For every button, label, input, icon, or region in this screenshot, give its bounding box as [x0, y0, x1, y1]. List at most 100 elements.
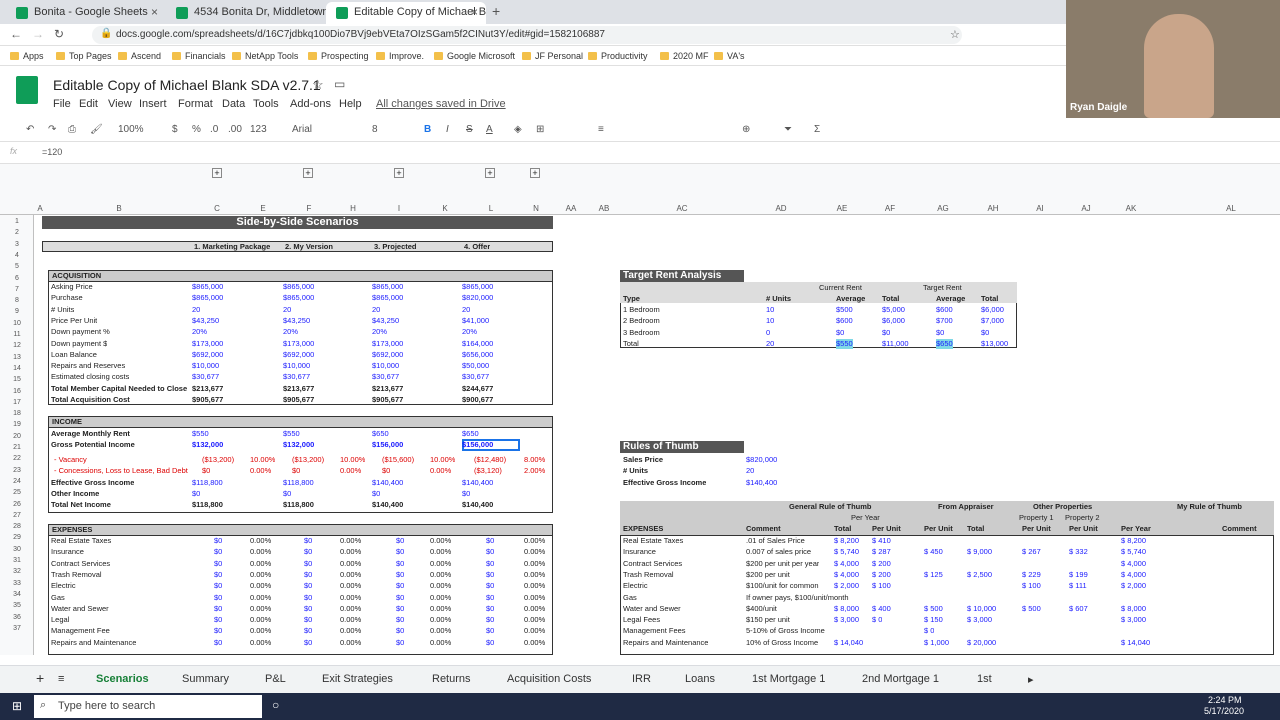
task-view-icon[interactable]: ○	[272, 698, 279, 712]
sheet-tab[interactable]: P&L	[265, 673, 286, 685]
column-header[interactable]: A	[30, 204, 50, 213]
bookmark[interactable]: Apps	[10, 51, 44, 61]
sheet-grid[interactable]: Side-by-Side Scenarios 1. Marketing Pack…	[34, 215, 1280, 655]
row-header[interactable]: 13	[0, 354, 34, 361]
row-header[interactable]: 15	[0, 376, 34, 383]
taskbar-search-input[interactable]: ⌕ Type here to search	[34, 695, 262, 718]
row-header[interactable]: 27	[0, 512, 34, 519]
bookmark[interactable]: JF Personal	[522, 51, 583, 61]
star-icon[interactable]: ☆	[312, 77, 324, 93]
sheet-tab[interactable]: Returns	[432, 673, 471, 685]
column-header[interactable]: AE	[832, 204, 852, 213]
expand-group-icon[interactable]: +	[394, 168, 404, 178]
expand-group-icon[interactable]: +	[212, 168, 222, 178]
menu-addons[interactable]: Add-ons	[290, 98, 331, 110]
close-icon[interactable]: ×	[471, 5, 478, 19]
row-header[interactable]: 32	[0, 568, 34, 575]
column-header[interactable]: AA	[561, 204, 581, 213]
row-header[interactable]: 26	[0, 501, 34, 508]
decrease-decimal-button[interactable]: .0	[210, 124, 218, 135]
back-icon[interactable]: ←	[10, 27, 22, 41]
bookmark[interactable]: Google Microsoft	[434, 51, 515, 61]
row-header[interactable]: 14	[0, 365, 34, 372]
row-header[interactable]: 34	[0, 591, 34, 598]
filter-icon[interactable]: ⏷	[784, 124, 792, 135]
functions-icon[interactable]: Σ	[814, 124, 820, 135]
row-header[interactable]: 30	[0, 546, 34, 553]
move-icon[interactable]: ▭	[334, 77, 345, 91]
row-header[interactable]: 12	[0, 342, 34, 349]
row-header[interactable]: 9	[0, 308, 34, 315]
paint-format-icon[interactable]: 🖌	[90, 124, 103, 135]
row-header[interactable]: 33	[0, 580, 34, 587]
row-header[interactable]: 1	[0, 218, 34, 225]
sheet-tab[interactable]: Acquisition Costs	[507, 673, 591, 685]
close-icon[interactable]: ×	[151, 5, 158, 19]
row-header[interactable]: 17	[0, 399, 34, 406]
font-size-select[interactable]: 8	[372, 124, 378, 135]
expand-group-icon[interactable]: +	[303, 168, 313, 178]
column-header[interactable]: I	[389, 204, 409, 213]
row-header[interactable]: 29	[0, 534, 34, 541]
row-header[interactable]: 10	[0, 320, 34, 327]
row-header[interactable]: 4	[0, 252, 34, 259]
menu-edit[interactable]: Edit	[79, 98, 98, 110]
bookmark[interactable]: Top Pages	[56, 51, 112, 61]
zoom-select[interactable]: 100%	[118, 124, 144, 135]
browser-tab[interactable]: Bonita - Google Sheets ×	[6, 2, 166, 24]
fill-color-icon[interactable]: ◈	[514, 124, 522, 135]
bookmark[interactable]: Improve.	[376, 51, 424, 61]
row-header[interactable]: 31	[0, 557, 34, 564]
number-format-select[interactable]: 123	[250, 124, 267, 135]
column-header[interactable]: AL	[1221, 204, 1241, 213]
row-header[interactable]: 8	[0, 297, 34, 304]
menu-file[interactable]: File	[53, 98, 71, 110]
row-header[interactable]: 23	[0, 467, 34, 474]
column-header[interactable]: AF	[880, 204, 900, 213]
row-header[interactable]: 3	[0, 241, 34, 248]
browser-tab-active[interactable]: Editable Copy of Michael Blank S×	[326, 2, 486, 24]
column-header[interactable]: N	[526, 204, 546, 213]
row-header[interactable]: 18	[0, 410, 34, 417]
save-status[interactable]: All changes saved in Drive	[376, 98, 506, 110]
bookmark[interactable]: 2020 MF	[660, 51, 709, 61]
sheet-tab[interactable]: Loans	[685, 673, 715, 685]
browser-tab[interactable]: 4534 Bonita Dr, Middletown - Yo×	[166, 2, 326, 24]
menu-help[interactable]: Help	[339, 98, 362, 110]
column-header[interactable]: L	[481, 204, 501, 213]
text-color-icon[interactable]: A	[486, 124, 493, 135]
align-icon[interactable]: ≡	[598, 124, 604, 135]
row-header[interactable]: 21	[0, 444, 34, 451]
bookmark[interactable]: Ascend	[118, 51, 161, 61]
column-header[interactable]: F	[299, 204, 319, 213]
italic-icon[interactable]: I	[446, 124, 449, 135]
close-icon[interactable]: ×	[311, 5, 318, 19]
undo-icon[interactable]: ↶	[26, 124, 34, 135]
row-header[interactable]: 20	[0, 433, 34, 440]
strikethrough-icon[interactable]: S	[466, 124, 473, 135]
row-header[interactable]: 7	[0, 286, 34, 293]
row-header[interactable]: 11	[0, 331, 34, 338]
currency-button[interactable]: $	[172, 124, 178, 135]
column-header[interactable]: AG	[933, 204, 953, 213]
row-header[interactable]: 35	[0, 602, 34, 609]
menu-format[interactable]: Format	[178, 98, 213, 110]
row-header[interactable]: 16	[0, 388, 34, 395]
sheet-tab[interactable]: Summary	[182, 673, 229, 685]
borders-icon[interactable]: ⊞	[536, 124, 544, 135]
sheet-tab-scenarios[interactable]: Scenarios	[96, 673, 149, 685]
column-header[interactable]: AD	[771, 204, 791, 213]
menu-insert[interactable]: Insert	[139, 98, 167, 110]
redo-icon[interactable]: ↷	[48, 124, 56, 135]
bookmark[interactable]: VA's	[714, 51, 745, 61]
column-header[interactable]: AH	[983, 204, 1003, 213]
row-header[interactable]: 5	[0, 263, 34, 270]
row-header[interactable]: 24	[0, 478, 34, 485]
column-header[interactable]: AB	[594, 204, 614, 213]
column-header[interactable]: AJ	[1076, 204, 1096, 213]
insert-comment-icon[interactable]: ⊕	[742, 124, 750, 135]
row-header[interactable]: 6	[0, 275, 34, 282]
url-field[interactable]: 🔒 docs.google.com/spreadsheets/d/16C7jdbk…	[92, 26, 962, 44]
sheets-logo-icon[interactable]	[16, 76, 38, 104]
increase-decimal-button[interactable]: .00	[228, 124, 242, 135]
